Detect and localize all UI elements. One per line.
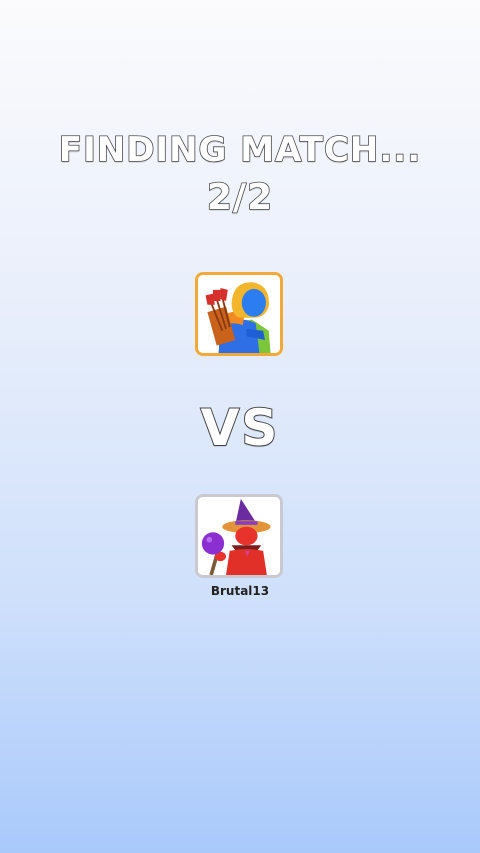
opponent-name: Brutal13 [210,584,270,598]
archer-hero-icon [198,275,280,353]
finding-match-title: FINDING MATCH... [58,129,422,171]
matchmaking-screen: FINDING MATCH... 2/2 VS Brutal13 [0,0,480,853]
wizard-hero-icon [198,497,280,575]
player-avatar [195,272,283,356]
opponent-avatar [195,494,283,578]
player-count: 2/2 [206,176,274,219]
versus-label: VS [200,398,280,458]
